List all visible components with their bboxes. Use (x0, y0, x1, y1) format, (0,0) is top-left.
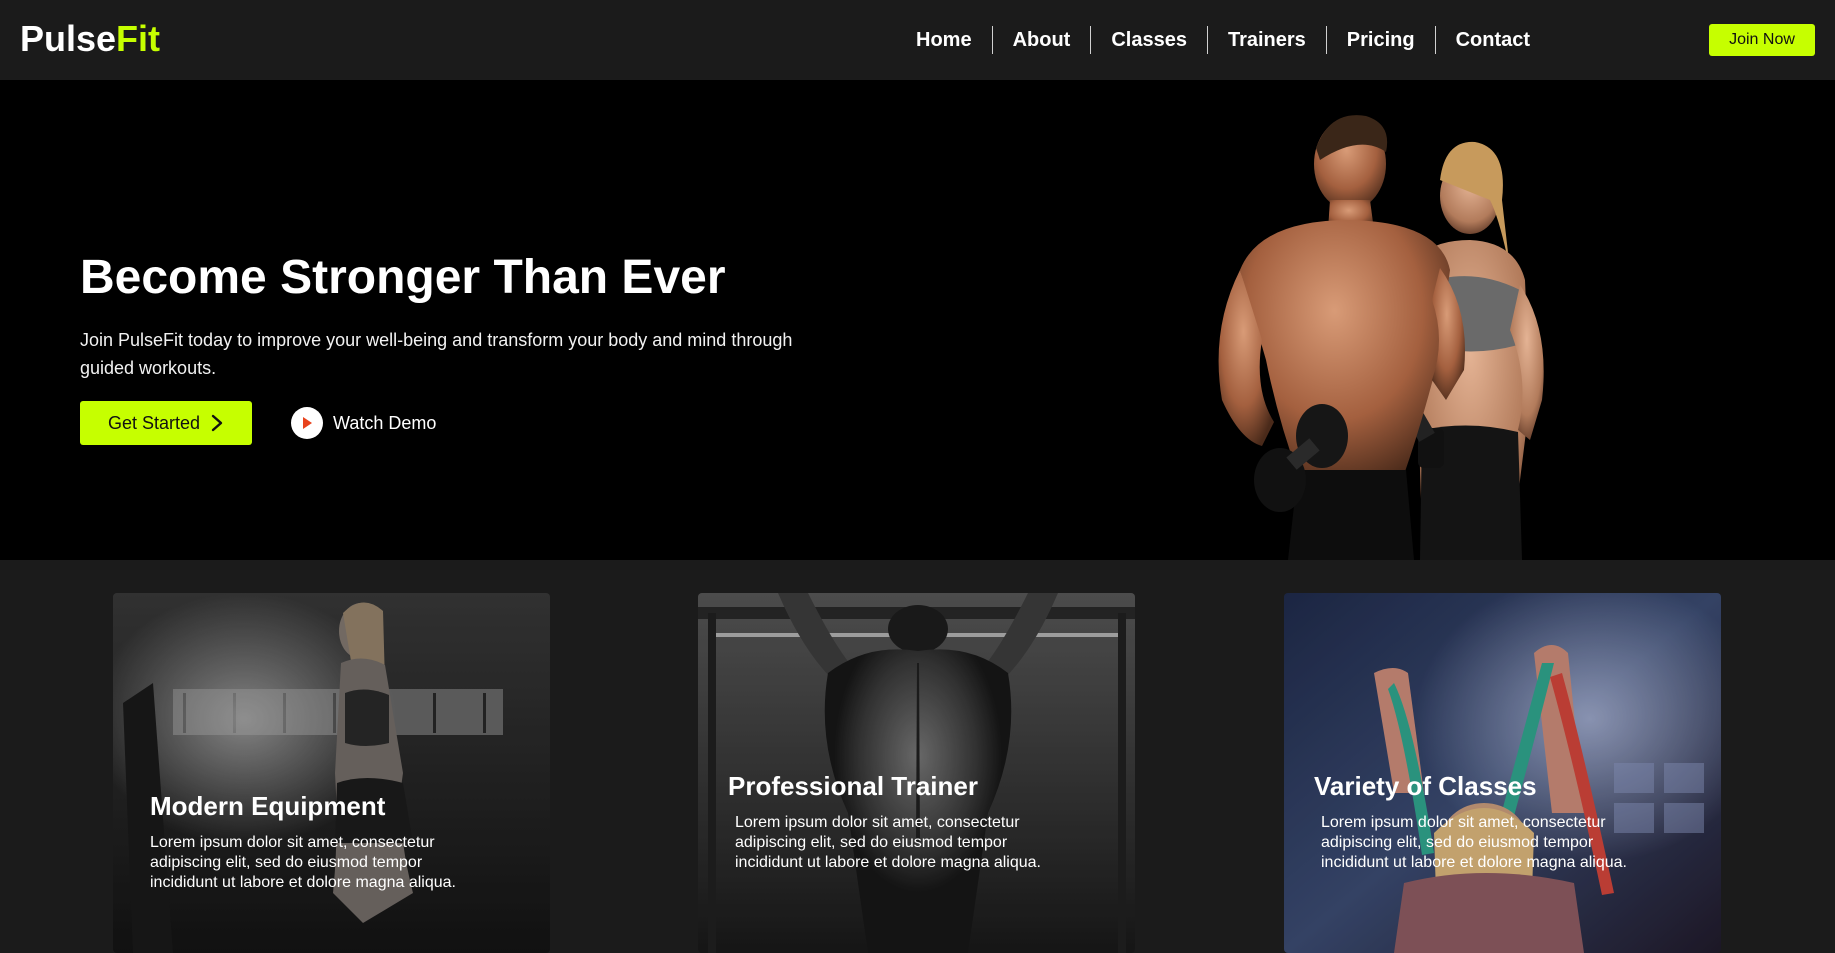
hero-section: Become Stronger Than Ever Join PulseFit … (0, 80, 1835, 560)
hero-athletes-image (1218, 115, 1544, 560)
watch-demo-button[interactable]: Watch Demo (291, 406, 436, 440)
nav-contact[interactable]: Contact (1434, 26, 1550, 54)
hero-title: Become Stronger Than Ever (80, 251, 726, 304)
play-icon (291, 407, 323, 439)
feature-description: Lorem ipsum dolor sit amet, consectetur … (1321, 814, 1627, 871)
feature-description: Lorem ipsum dolor sit amet, consectetur … (735, 814, 1041, 871)
main-nav: Home About Classes Trainers Pricing Cont… (896, 26, 1550, 54)
nav-classes[interactable]: Classes (1090, 26, 1207, 54)
feature-description: Lorem ipsum dolor sit amet, consectetur … (150, 834, 456, 891)
join-now-button[interactable]: Join Now (1709, 24, 1815, 56)
nav-pricing[interactable]: Pricing (1325, 26, 1435, 54)
feature-title: Variety of Classes (1314, 771, 1537, 801)
nav-trainers[interactable]: Trainers (1206, 26, 1326, 54)
features-section: Modern Equipment Lorem ipsum dolor sit a… (0, 560, 1835, 953)
brand-logo[interactable]: PulseFit (20, 18, 160, 60)
brand-logo-part2: Fit (116, 18, 161, 59)
feature-title: Modern Equipment (150, 791, 386, 821)
get-started-button[interactable]: Get Started (80, 401, 252, 445)
get-started-label: Get Started (107, 412, 201, 433)
hero-subtitle: Join PulseFit today to improve your well… (80, 330, 793, 378)
feature-card-equipment[interactable]: Modern Equipment Lorem ipsum dolor sit a… (113, 593, 550, 953)
feature-card-trainer[interactable]: Professional Trainer Lorem ipsum dolor s… (698, 593, 1135, 953)
gym-equipment-image (113, 593, 550, 953)
nav-about[interactable]: About (991, 26, 1091, 54)
feature-card-classes[interactable]: Variety of Classes Lorem ipsum dolor sit… (1284, 593, 1721, 953)
site-header: PulseFit Home About Classes Trainers Pri… (0, 0, 1835, 80)
nav-home[interactable]: Home (896, 26, 992, 54)
feature-title: Professional Trainer (728, 771, 978, 801)
brand-logo-part1: Pulse (20, 18, 117, 59)
watch-demo-label: Watch Demo (333, 412, 437, 433)
chevron-right-icon (211, 414, 223, 432)
